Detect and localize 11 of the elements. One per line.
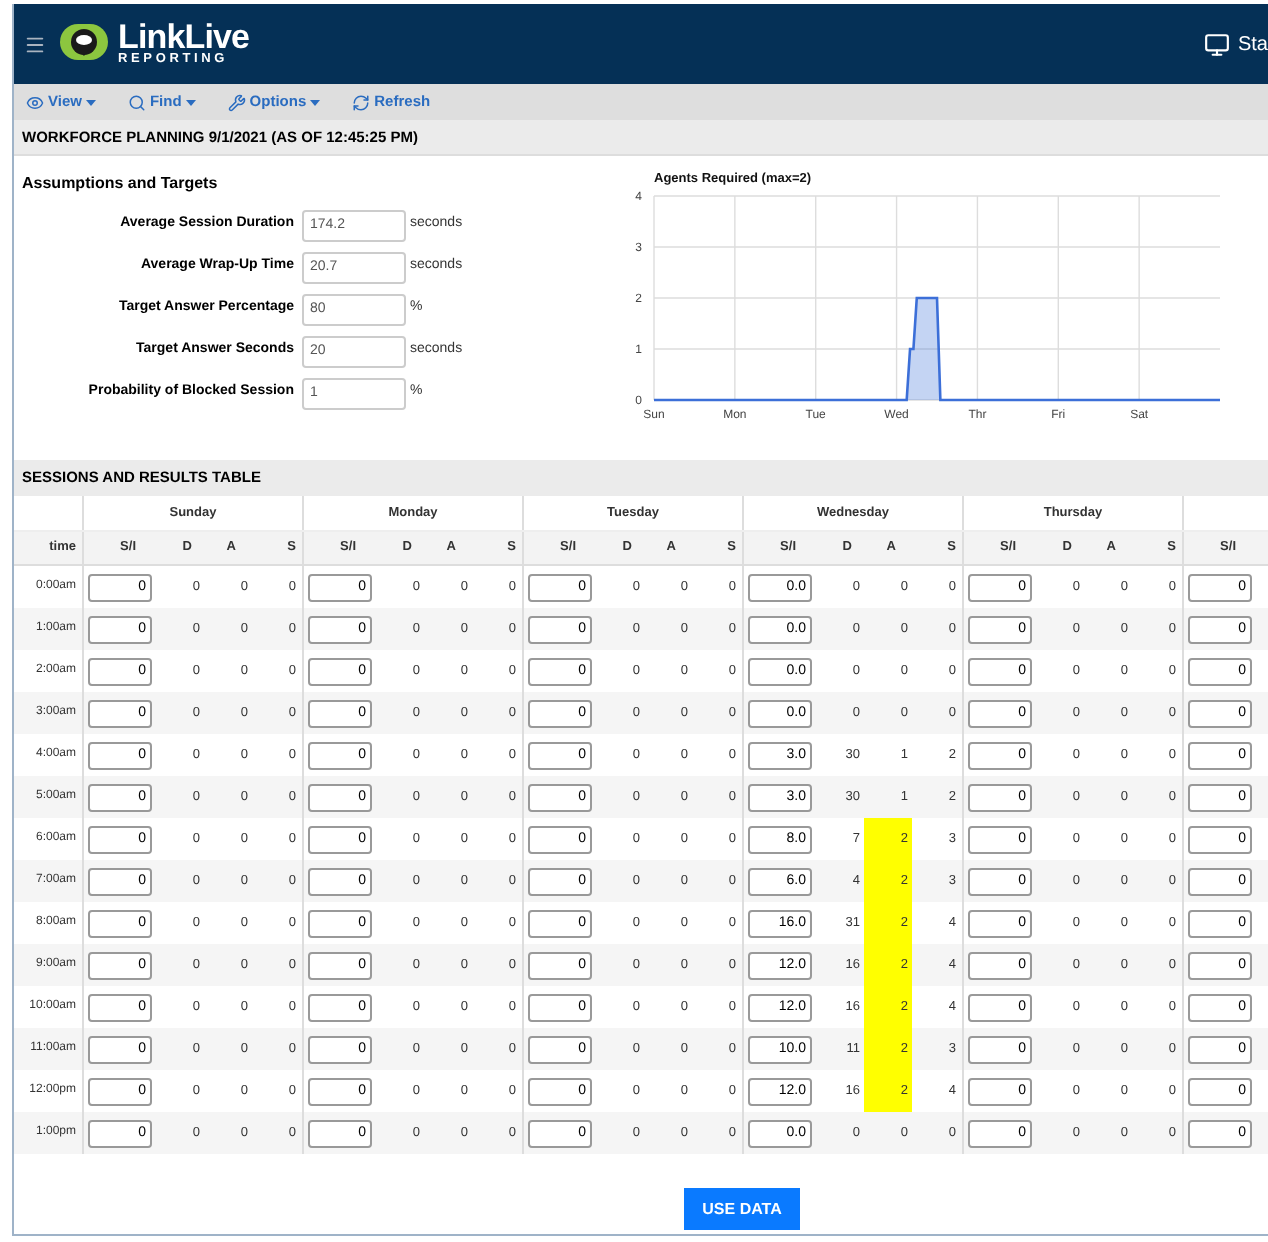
eye-icon [26, 93, 44, 111]
brand-name: LinkLive [118, 20, 250, 55]
menu-icon[interactable] [24, 33, 46, 55]
use-data-button[interactable]: USE DATA [684, 1188, 800, 1230]
refresh-icon [352, 93, 371, 111]
monitor-icon[interactable] [1203, 31, 1230, 57]
section-title: Assumptions and Targets [22, 172, 220, 196]
logo-icon [58, 22, 110, 66]
header-link[interactable]: Sta [1237, 29, 1268, 59]
wrench-icon [227, 93, 246, 111]
search-icon [127, 93, 146, 111]
